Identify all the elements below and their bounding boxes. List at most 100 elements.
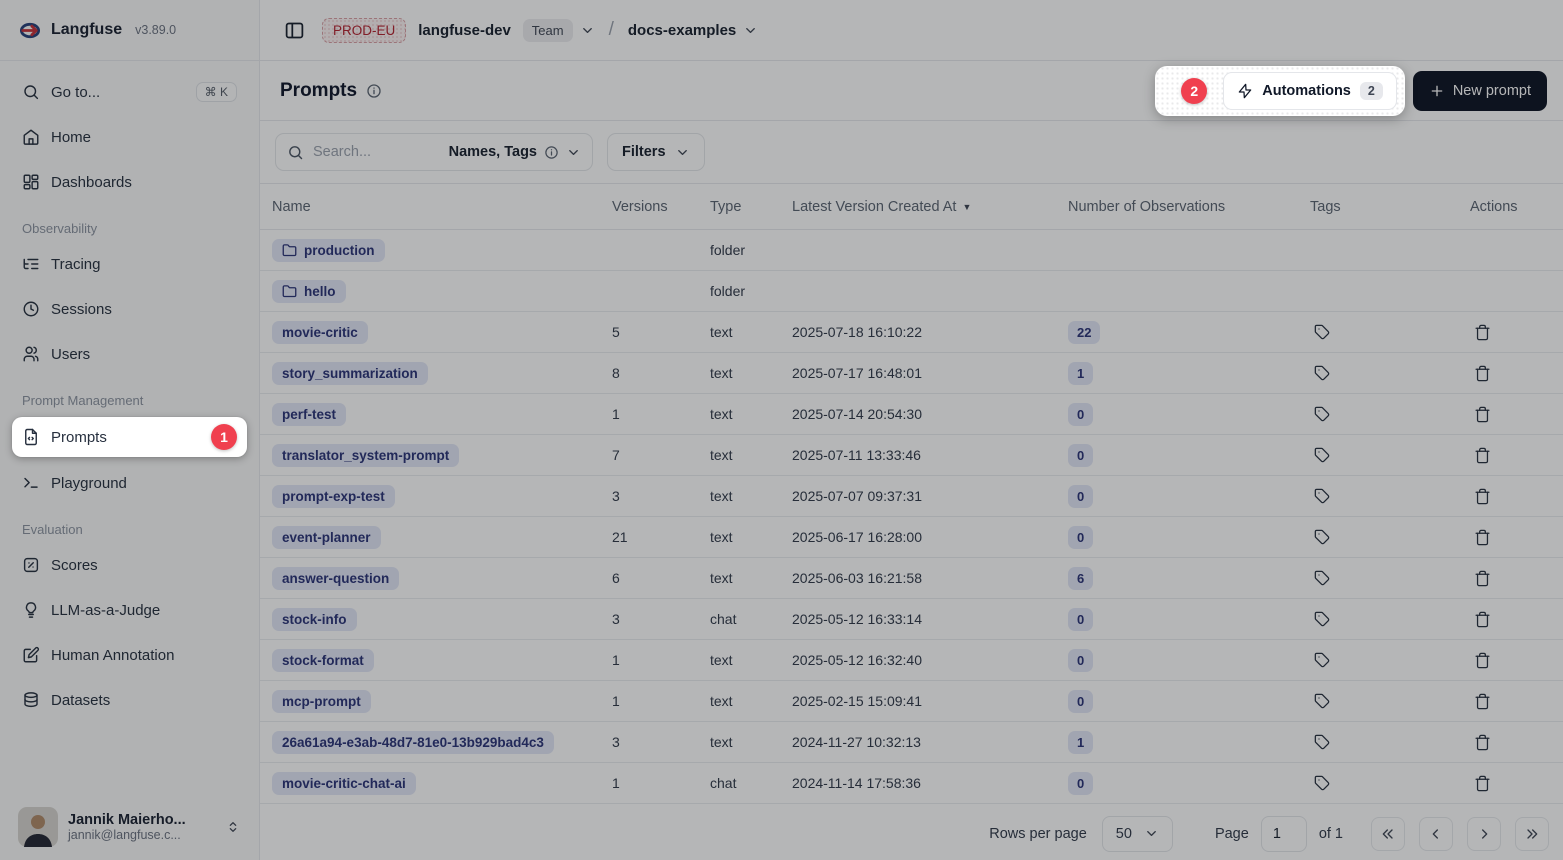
user-menu[interactable]: Jannik Maierho... jannik@langfuse.c... [12,803,247,851]
table-row[interactable]: story_summarization 8 text 2025-07-17 16… [260,353,1563,394]
tags-button[interactable] [1310,484,1334,508]
tags-button[interactable] [1310,566,1334,590]
delete-button[interactable] [1470,648,1495,673]
sidebar-item-llm-judge[interactable]: LLM-as-a-Judge [12,591,247,629]
table-row[interactable]: prompt-exp-test 3 text 2025-07-07 09:37:… [260,476,1563,517]
sidebar-item-users[interactable]: Users [12,335,247,373]
created-at-cell: 2025-06-17 16:28:00 [792,529,1068,545]
first-page-button[interactable] [1371,817,1405,851]
sidebar-item-sessions[interactable]: Sessions [12,290,247,328]
tag-icon [1314,652,1330,668]
table-row[interactable]: perf-test 1 text 2025-07-14 20:54:30 0 [260,394,1563,435]
column-header-created-at[interactable]: Latest Version Created At ▼ [792,199,1068,215]
delete-button[interactable] [1470,771,1495,796]
search-input[interactable] [313,144,440,160]
prompt-name-pill[interactable]: perf-test [272,403,346,426]
info-icon[interactable] [366,83,382,99]
new-prompt-label: New prompt [1453,83,1531,99]
table-row[interactable]: movie-critic-chat-ai 1 chat 2024-11-14 1… [260,763,1563,804]
page-number-input[interactable] [1261,816,1307,852]
prompt-name-pill[interactable]: prompt-exp-test [272,485,395,508]
prompts-label: Prompts [51,429,107,446]
table-row[interactable]: stock-info 3 chat 2025-05-12 16:33:14 0 [260,599,1563,640]
rows-per-page-select[interactable]: 50 [1102,816,1173,852]
prompt-name-pill[interactable]: 26a61a94-e3ab-48d7-81e0-13b929bad4c3 [272,731,554,754]
trash-icon [1474,529,1491,546]
tags-button[interactable] [1310,361,1334,385]
sidebar-item-goto[interactable]: Go to... ⌘ K [12,73,247,111]
sidebar-item-scores[interactable]: Scores [12,546,247,584]
tags-button[interactable] [1310,689,1334,713]
delete-button[interactable] [1470,525,1495,550]
sidebar-item-home[interactable]: Home [12,118,247,156]
table-row[interactable]: translator_system-prompt 7 text 2025-07-… [260,435,1563,476]
tags-button[interactable] [1310,320,1334,344]
sidebar-item-human-annotation[interactable]: Human Annotation [12,636,247,674]
table-row[interactable]: answer-question 6 text 2025-06-03 16:21:… [260,558,1563,599]
next-page-button[interactable] [1467,817,1501,851]
automations-button[interactable]: Automations 2 [1223,72,1397,110]
sidebar-item-datasets[interactable]: Datasets [12,681,247,719]
table-row[interactable]: movie-critic 5 text 2025-07-18 16:10:22 … [260,312,1563,353]
prompt-name-pill[interactable]: story_summarization [272,362,428,385]
tags-button[interactable] [1310,525,1334,549]
chevrons-right-icon [1524,826,1540,842]
project-switcher-button[interactable]: docs-examples [628,22,758,39]
prompt-name-pill[interactable]: production [272,239,385,262]
prompt-name-pill[interactable]: stock-format [272,649,374,672]
observations-cell: 0 [1068,690,1310,713]
tags-cell [1310,689,1470,713]
delete-button[interactable] [1470,443,1495,468]
previous-page-button[interactable] [1419,817,1453,851]
tags-button[interactable] [1310,648,1334,672]
search-icon [287,144,304,161]
new-prompt-button[interactable]: New prompt [1413,71,1547,111]
table-row[interactable]: event-planner 21 text 2025-06-17 16:28:0… [260,517,1563,558]
last-page-button[interactable] [1515,817,1549,851]
sidebar-header: Langfuse v3.89.0 [0,0,259,61]
tags-button[interactable] [1310,771,1334,795]
org-switcher-button[interactable]: Team [523,19,595,42]
prompt-name-pill[interactable]: movie-critic [272,321,368,344]
search-scope-dropdown[interactable]: Names, Tags [449,144,581,160]
tags-button[interactable] [1310,607,1334,631]
table-row[interactable]: hello folder [260,271,1563,312]
prompt-name-pill[interactable]: event-planner [272,526,381,549]
table-row[interactable]: production folder [260,230,1563,271]
prompt-name-pill[interactable]: movie-critic-chat-ai [272,772,416,795]
table-row[interactable]: mcp-prompt 1 text 2025-02-15 15:09:41 0 [260,681,1563,722]
prompt-name-pill[interactable]: translator_system-prompt [272,444,459,467]
type-cell: folder [710,242,792,258]
sidebar-toggle-button[interactable] [278,14,310,46]
delete-button[interactable] [1470,607,1495,632]
prompt-name-pill[interactable]: answer-question [272,567,399,590]
tags-button[interactable] [1310,443,1334,467]
prompt-name-pill[interactable]: mcp-prompt [272,690,371,713]
tags-button[interactable] [1310,730,1334,754]
prompt-name-pill[interactable]: stock-info [272,608,357,631]
tags-button[interactable] [1310,402,1334,426]
sidebar-item-prompts[interactable]: Prompts 1 [12,417,247,457]
delete-button[interactable] [1470,566,1495,591]
delete-button[interactable] [1470,484,1495,509]
delete-button[interactable] [1470,730,1495,755]
delete-button[interactable] [1470,689,1495,714]
observations-badge: 0 [1068,526,1093,549]
prompt-name-pill[interactable]: hello [272,280,346,303]
name-cell: perf-test [272,403,612,426]
delete-button[interactable] [1470,361,1495,386]
sidebar-item-dashboards[interactable]: Dashboards [12,163,247,201]
filters-button[interactable]: Filters [607,133,705,171]
table-row[interactable]: stock-format 1 text 2025-05-12 16:32:40 … [260,640,1563,681]
tag-icon [1314,570,1330,586]
tags-cell [1310,320,1470,344]
sidebar-item-tracing[interactable]: Tracing [12,245,247,283]
actions-cell [1470,361,1563,386]
home-label: Home [51,129,91,146]
table-row[interactable]: 26a61a94-e3ab-48d7-81e0-13b929bad4c3 3 t… [260,722,1563,763]
sidebar-item-playground[interactable]: Playground [12,464,247,502]
actions-cell [1470,607,1563,632]
delete-button[interactable] [1470,402,1495,427]
created-at-cell: 2025-06-03 16:21:58 [792,570,1068,586]
delete-button[interactable] [1470,320,1495,345]
